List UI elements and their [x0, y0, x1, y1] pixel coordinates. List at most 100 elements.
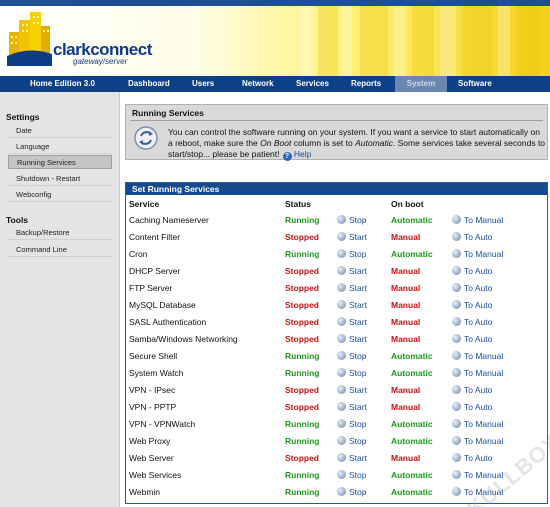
- service-action-link[interactable]: Start: [337, 300, 367, 310]
- nav-software[interactable]: Software: [458, 79, 492, 88]
- boot-action-link[interactable]: To Auto: [452, 266, 492, 276]
- nav-system[interactable]: System: [395, 76, 447, 92]
- sidebar-item-date[interactable]: Date: [8, 124, 112, 138]
- boot-action-link[interactable]: To Manual: [452, 470, 503, 480]
- boot-action-label[interactable]: To Auto: [464, 300, 492, 310]
- start-icon[interactable]: [337, 317, 346, 326]
- service-action-label[interactable]: Stop: [349, 470, 367, 480]
- nav-dashboard[interactable]: Dashboard: [128, 79, 170, 88]
- boot-action-label[interactable]: To Manual: [464, 351, 503, 361]
- stop-icon[interactable]: [337, 249, 346, 258]
- boot-action-link[interactable]: To Auto: [452, 283, 492, 293]
- start-icon[interactable]: [337, 453, 346, 462]
- boot-action-label[interactable]: To Auto: [464, 317, 492, 327]
- service-action-link[interactable]: Stop: [337, 215, 367, 225]
- boot-action-link[interactable]: To Auto: [452, 453, 492, 463]
- stop-icon[interactable]: [337, 419, 346, 428]
- service-action-label[interactable]: Stop: [349, 419, 367, 429]
- sidebar-item-webconfig[interactable]: Webconfig: [8, 188, 112, 202]
- service-action-label[interactable]: Start: [349, 334, 367, 344]
- service-action-link[interactable]: Stop: [337, 351, 367, 361]
- service-action-link[interactable]: Stop: [337, 419, 367, 429]
- sidebar-item-language[interactable]: Language: [8, 140, 112, 154]
- boot-action-label[interactable]: To Manual: [464, 249, 503, 259]
- stop-icon[interactable]: [337, 368, 346, 377]
- boot-action-label[interactable]: To Manual: [464, 215, 503, 225]
- help-icon[interactable]: ?: [282, 152, 292, 161]
- service-action-link[interactable]: Start: [337, 266, 367, 276]
- boot-action-link[interactable]: To Auto: [452, 402, 492, 412]
- nav-users[interactable]: Users: [192, 79, 214, 88]
- boot-action-label[interactable]: To Auto: [464, 283, 492, 293]
- service-action-label[interactable]: Start: [349, 266, 367, 276]
- sidebar-item-shutdown-restart[interactable]: Shutdown - Restart: [8, 172, 112, 186]
- boot-toggle-icon[interactable]: [452, 453, 461, 462]
- service-action-label[interactable]: Start: [349, 232, 367, 242]
- boot-action-link[interactable]: To Manual: [452, 487, 503, 497]
- boot-toggle-icon[interactable]: [452, 368, 461, 377]
- boot-action-link[interactable]: To Auto: [452, 317, 492, 327]
- boot-action-label[interactable]: To Manual: [464, 436, 503, 446]
- sidebar-item-backup-restore[interactable]: Backup/Restore: [8, 226, 112, 240]
- boot-toggle-icon[interactable]: [452, 317, 461, 326]
- help-link[interactable]: Help: [294, 149, 311, 159]
- boot-toggle-icon[interactable]: [452, 249, 461, 258]
- service-action-link[interactable]: Stop: [337, 487, 367, 497]
- boot-action-link[interactable]: To Auto: [452, 334, 492, 344]
- boot-toggle-icon[interactable]: [452, 385, 461, 394]
- service-action-link[interactable]: Stop: [337, 368, 367, 378]
- boot-action-link[interactable]: To Manual: [452, 215, 503, 225]
- boot-action-label[interactable]: To Manual: [464, 487, 503, 497]
- service-action-link[interactable]: Stop: [337, 436, 367, 446]
- boot-toggle-icon[interactable]: [452, 487, 461, 496]
- boot-toggle-icon[interactable]: [452, 419, 461, 428]
- boot-action-label[interactable]: To Auto: [464, 334, 492, 344]
- boot-action-link[interactable]: To Auto: [452, 385, 492, 395]
- nav-network[interactable]: Network: [242, 79, 274, 88]
- service-action-label[interactable]: Start: [349, 385, 367, 395]
- stop-icon[interactable]: [337, 487, 346, 496]
- boot-toggle-icon[interactable]: [452, 402, 461, 411]
- stop-icon[interactable]: [337, 351, 346, 360]
- start-icon[interactable]: [337, 402, 346, 411]
- boot-action-link[interactable]: To Manual: [452, 249, 503, 259]
- boot-action-link[interactable]: To Manual: [452, 419, 503, 429]
- boot-toggle-icon[interactable]: [452, 436, 461, 445]
- boot-action-label[interactable]: To Manual: [464, 470, 503, 480]
- boot-action-label[interactable]: To Manual: [464, 368, 503, 378]
- boot-action-label[interactable]: To Auto: [464, 232, 492, 242]
- service-action-link[interactable]: Start: [337, 402, 367, 412]
- service-action-label[interactable]: Stop: [349, 215, 367, 225]
- boot-toggle-icon[interactable]: [452, 300, 461, 309]
- boot-toggle-icon[interactable]: [452, 470, 461, 479]
- service-action-link[interactable]: Start: [337, 232, 367, 242]
- service-action-label[interactable]: Start: [349, 317, 367, 327]
- boot-toggle-icon[interactable]: [452, 334, 461, 343]
- boot-toggle-icon[interactable]: [452, 232, 461, 241]
- boot-action-label[interactable]: To Auto: [464, 402, 492, 412]
- service-action-link[interactable]: Start: [337, 317, 367, 327]
- service-action-label[interactable]: Stop: [349, 249, 367, 259]
- stop-icon[interactable]: [337, 470, 346, 479]
- boot-action-label[interactable]: To Auto: [464, 453, 492, 463]
- boot-toggle-icon[interactable]: [452, 283, 461, 292]
- start-icon[interactable]: [337, 266, 346, 275]
- boot-toggle-icon[interactable]: [452, 215, 461, 224]
- service-action-label[interactable]: Start: [349, 453, 367, 463]
- sidebar-item-running-services[interactable]: Running Services: [8, 155, 112, 169]
- boot-action-link[interactable]: To Manual: [452, 436, 503, 446]
- service-action-label[interactable]: Start: [349, 402, 367, 412]
- nav-reports[interactable]: Reports: [351, 79, 381, 88]
- boot-action-link[interactable]: To Auto: [452, 232, 492, 242]
- service-action-label[interactable]: Stop: [349, 436, 367, 446]
- start-icon[interactable]: [337, 385, 346, 394]
- boot-action-link[interactable]: To Manual: [452, 351, 503, 361]
- start-icon[interactable]: [337, 334, 346, 343]
- stop-icon[interactable]: [337, 215, 346, 224]
- service-action-link[interactable]: Start: [337, 283, 367, 293]
- boot-action-link[interactable]: To Auto: [452, 300, 492, 310]
- boot-action-link[interactable]: To Manual: [452, 368, 503, 378]
- start-icon[interactable]: [337, 283, 346, 292]
- service-action-link[interactable]: Stop: [337, 470, 367, 480]
- boot-toggle-icon[interactable]: [452, 351, 461, 360]
